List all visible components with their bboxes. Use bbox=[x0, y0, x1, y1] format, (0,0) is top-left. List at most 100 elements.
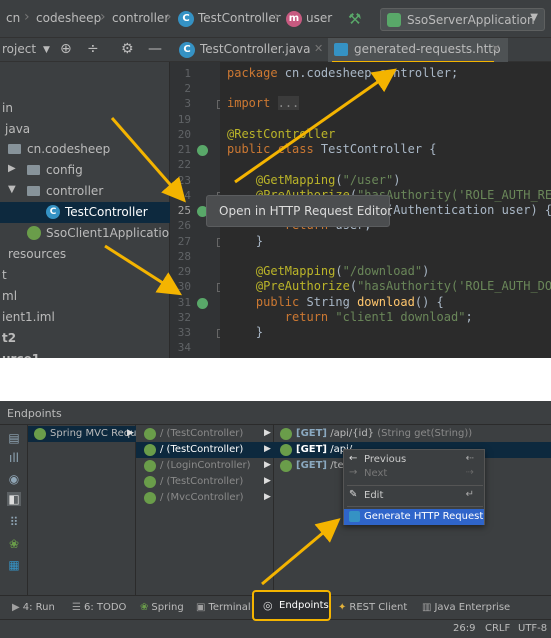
tree-item-testcontroller[interactable]: C TestController bbox=[0, 202, 170, 223]
tree-item-label: config bbox=[46, 163, 83, 177]
menu-item-label: Generate HTTP Request bbox=[364, 511, 484, 522]
spring-icon bbox=[144, 460, 156, 472]
method-icon: m bbox=[286, 11, 302, 27]
grid-icon[interactable]: ⠿ bbox=[7, 515, 21, 529]
breadcrumb-user[interactable]: user bbox=[306, 11, 332, 25]
navigation-bar: cn › codesheep › controller › C TestCont… bbox=[0, 0, 551, 38]
tree-item-label: ml bbox=[2, 289, 18, 303]
chevron-down-icon[interactable]: ▼ bbox=[43, 45, 50, 55]
tab-testcontroller-java[interactable]: C TestController.java ✕ bbox=[170, 38, 328, 62]
tree-item[interactable]: t bbox=[0, 265, 170, 286]
http-icon[interactable]: ▦ bbox=[7, 558, 21, 572]
terminal-tool-button[interactable]: ▣ Terminal bbox=[196, 602, 251, 613]
close-icon[interactable]: ✕ bbox=[491, 42, 500, 55]
tree-item-controller[interactable]: ▼ controller bbox=[0, 181, 170, 202]
chevron-down-icon: ▼ bbox=[530, 12, 538, 23]
tree-item[interactable]: in bbox=[0, 98, 170, 119]
tree-item-config[interactable]: ▶ config bbox=[0, 160, 170, 181]
tree-item[interactable]: ml bbox=[0, 286, 170, 307]
code-line: @GetMapping("/user") bbox=[255, 173, 401, 187]
endpoints-title: Endpoints bbox=[7, 407, 62, 420]
expand-arrow-icon[interactable]: ▶ bbox=[8, 163, 16, 174]
menu-item-edit[interactable]: ✎ Edit ↵ bbox=[344, 488, 484, 504]
breadcrumb-controller[interactable]: controller bbox=[112, 11, 169, 25]
run-tool-button[interactable]: ▶ 4: Run bbox=[12, 602, 55, 613]
list-item-label: / (TestController) bbox=[160, 476, 244, 487]
tree-item[interactable]: ient1.iml bbox=[0, 307, 170, 328]
build-hammer-icon[interactable]: ⚒ bbox=[348, 10, 361, 28]
chart-icon[interactable]: ıll bbox=[7, 451, 21, 465]
line-number: 22 bbox=[177, 158, 191, 171]
line-number: 23 bbox=[177, 174, 191, 187]
tool-label: 4: Run bbox=[22, 602, 55, 613]
project-header: roject ▼ ⊕ ÷ ⚙ — bbox=[0, 38, 170, 62]
breadcrumb-cn[interactable]: cn bbox=[6, 11, 20, 25]
chevron-right-icon: ▶ bbox=[264, 492, 271, 502]
breadcrumb-codesheep[interactable]: codesheep bbox=[36, 11, 101, 25]
tree-item[interactable]: resources bbox=[0, 244, 170, 265]
layout-icon[interactable]: ▤ bbox=[7, 431, 21, 445]
spring-bean-icon[interactable] bbox=[197, 145, 208, 156]
tab-label: generated-requests.http bbox=[354, 42, 501, 56]
line-number: 34 bbox=[177, 341, 191, 354]
tree-item-label: ient1.iml bbox=[2, 310, 55, 324]
cursor-position[interactable]: 26:9 bbox=[453, 623, 475, 634]
line-separator[interactable]: CRLF bbox=[485, 623, 510, 634]
gutter-tooltip[interactable]: Open in HTTP Request Editor bbox=[206, 195, 392, 227]
collapse-arrow-icon[interactable]: ▼ bbox=[8, 184, 16, 195]
spring-boot-icon bbox=[27, 226, 41, 240]
line-number: 3 bbox=[184, 97, 191, 110]
collapse-all-icon[interactable]: ÷ bbox=[87, 41, 99, 57]
tree-item-application[interactable]: SsoClient1Application bbox=[0, 223, 177, 244]
list-item-controller[interactable]: / (TestController) ▶ bbox=[136, 442, 274, 458]
locate-target-icon[interactable]: ⊕ bbox=[60, 41, 72, 57]
todo-tool-button[interactable]: ☰ 6: TODO bbox=[72, 602, 126, 613]
tree-item[interactable]: urce1 bbox=[0, 349, 170, 358]
java-enterprise-tool-button[interactable]: ▥ Java Enterprise bbox=[422, 602, 510, 613]
tool-label: 6: TODO bbox=[83, 602, 127, 613]
code-line: @GetMapping("/download") bbox=[255, 264, 430, 278]
ide-editor-panel: cn › codesheep › controller › C TestCont… bbox=[0, 0, 551, 358]
menu-item-generate-http-request[interactable]: Generate HTTP Request bbox=[344, 509, 484, 525]
menu-item-next[interactable]: → Next ⇢ bbox=[344, 466, 484, 482]
tool-label: Terminal bbox=[208, 602, 251, 613]
code-line: public class TestController { bbox=[227, 142, 437, 156]
file-encoding[interactable]: UTF-8 bbox=[518, 623, 547, 634]
gear-icon[interactable]: ⚙ bbox=[121, 41, 134, 57]
request-signature: (String get(String)) bbox=[377, 428, 473, 439]
menu-item-label: Next bbox=[364, 468, 388, 479]
minimize-icon[interactable]: — bbox=[148, 41, 162, 57]
editor-tabs: C TestController.java ✕ generated-reques… bbox=[170, 38, 551, 62]
close-icon[interactable]: ✕ bbox=[314, 42, 323, 55]
tree-item[interactable]: t2 bbox=[0, 328, 170, 349]
list-item-request[interactable]: [GET] /api/{id} (String get(String)) bbox=[274, 426, 551, 442]
spring-icon[interactable]: ❀ bbox=[7, 537, 21, 551]
run-configuration-label: SsoServerApplication bbox=[407, 13, 535, 27]
tree-item-package[interactable]: cn.codesheep bbox=[0, 139, 170, 160]
line-number: 32 bbox=[177, 311, 191, 324]
run-configuration-select[interactable]: SsoServerApplication ▼ bbox=[380, 8, 545, 31]
tab-generated-requests-http[interactable]: generated-requests.http ✕ bbox=[328, 38, 508, 62]
tool-label: REST Client bbox=[349, 602, 408, 613]
code-line: @RestController bbox=[227, 127, 336, 141]
list-item-controller[interactable]: / (TestController) ▶ bbox=[136, 426, 274, 442]
endpoints-tool-button[interactable]: ◎ Endpoints bbox=[252, 590, 331, 621]
list-item-framework[interactable]: Spring MVC Requ ▶ bbox=[28, 426, 136, 442]
project-title[interactable]: roject bbox=[2, 42, 36, 56]
breadcrumb-testcontroller[interactable]: TestController bbox=[198, 11, 281, 25]
code-line: package cn.codesheep.controller; bbox=[227, 66, 459, 80]
code-line: import ... bbox=[227, 96, 300, 110]
tree-item[interactable]: java bbox=[0, 119, 170, 140]
shortcut-icon: ⇢ bbox=[465, 467, 474, 478]
panel-icon[interactable]: ◧ bbox=[7, 492, 21, 506]
eye-icon[interactable]: ◉ bbox=[7, 472, 21, 486]
spring-tool-button[interactable]: ❀ Spring bbox=[140, 602, 184, 613]
folder-icon bbox=[27, 186, 40, 196]
code-line: public String download() { bbox=[255, 295, 444, 309]
list-item-controller[interactable]: / (LoginController) ▶ bbox=[136, 458, 274, 474]
list-item-controller[interactable]: / (TestController) ▶ bbox=[136, 474, 274, 490]
rest-client-tool-button[interactable]: ✦ REST Client bbox=[338, 602, 407, 613]
list-item-label: Spring MVC Requ bbox=[50, 428, 137, 439]
list-item-controller[interactable]: / (MvcController) ▶ bbox=[136, 490, 274, 506]
endpoint-gutter-icon[interactable] bbox=[197, 298, 208, 309]
